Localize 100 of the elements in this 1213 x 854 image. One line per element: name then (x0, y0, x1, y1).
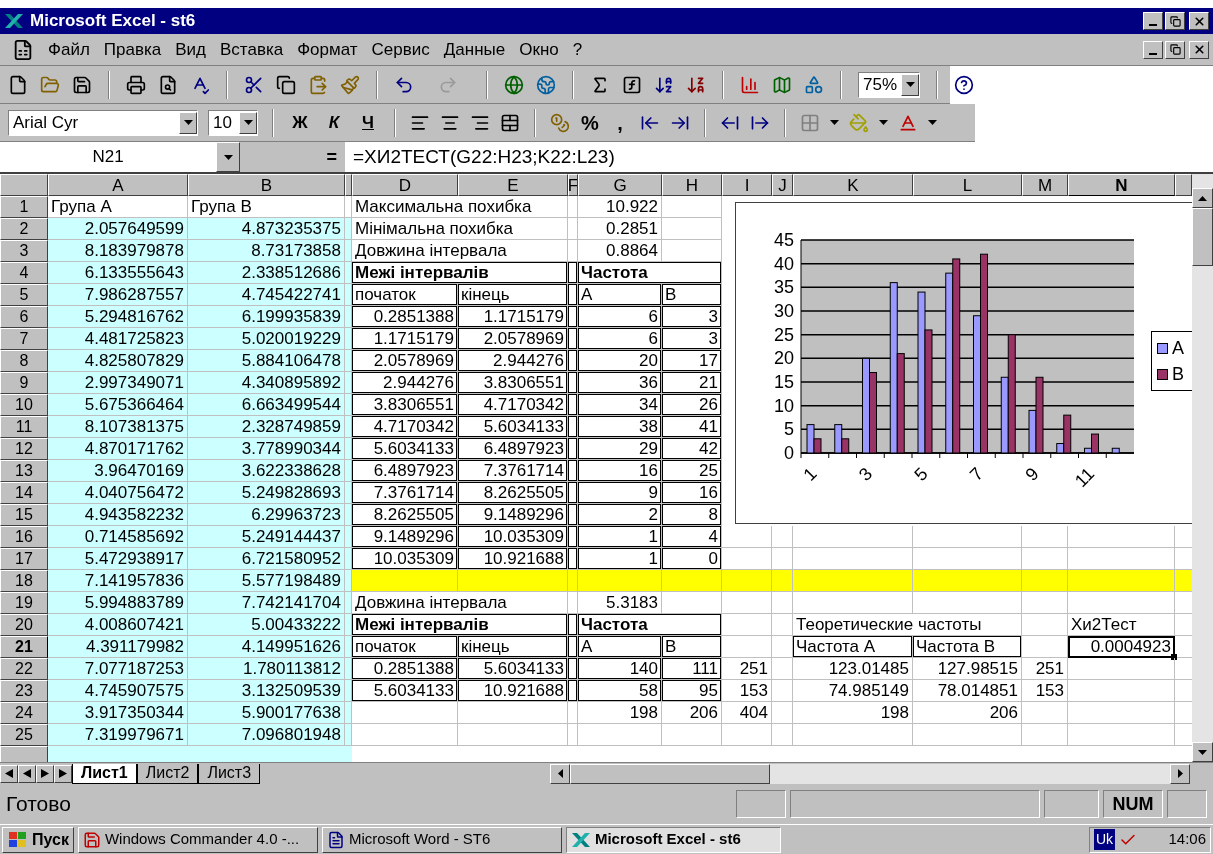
row-header[interactable]: 11 (0, 416, 48, 438)
spreadsheet-cell[interactable]: Частота (578, 614, 722, 636)
spreadsheet-cell[interactable]: 26 (662, 394, 722, 416)
menu-item[interactable]: Окно (519, 36, 559, 63)
spreadsheet-cell[interactable]: 4.870171762 (48, 438, 188, 460)
spreadsheet-cell[interactable]: 7.319979671 (48, 724, 188, 746)
spreadsheet-cell[interactable]: 4 (662, 526, 722, 548)
style-button[interactable]: Ж (288, 109, 312, 136)
style-button[interactable]: Ч (356, 109, 380, 136)
spreadsheet-cell[interactable]: 7.3761714 (458, 460, 568, 482)
spreadsheet-cell[interactable]: 2.328749859 (188, 416, 345, 438)
spreadsheet-cell[interactable]: 3 (662, 306, 722, 328)
row-header[interactable]: 1 (0, 196, 48, 218)
spreadsheet-cell[interactable]: 5.6034133 (352, 680, 458, 702)
taskbar-button[interactable]: Microsoft Word - ST6 (321, 826, 562, 853)
row-header[interactable]: 22 (0, 658, 48, 680)
spreadsheet-cell[interactable]: 4.7170342 (458, 394, 568, 416)
spreadsheet-cell[interactable]: 7.742141704 (188, 592, 345, 614)
spreadsheet-cell[interactable]: 16 (578, 460, 662, 482)
spreadsheet-cell[interactable]: 1.780113812 (188, 658, 345, 680)
style-button[interactable]: К (322, 109, 346, 136)
spreadsheet-cell[interactable]: 5.6034133 (458, 658, 568, 680)
spreadsheet-cell[interactable]: 4.745422741 (188, 284, 345, 306)
spreadsheet-cell[interactable]: 206 (662, 702, 722, 724)
spreadsheet-cell[interactable]: 6.4897923 (458, 438, 568, 460)
spreadsheet-cell[interactable]: 6.29963723 (188, 504, 345, 526)
start-button[interactable]: Пуск (2, 826, 74, 853)
spreadsheet-cell[interactable]: 58 (578, 680, 662, 702)
row-header[interactable]: 3 (0, 240, 48, 262)
spreadsheet-cell[interactable]: 2.997349071 (48, 372, 188, 394)
row-header[interactable]: 20 (0, 614, 48, 636)
spreadsheet-cell[interactable]: 3.8306551 (352, 394, 458, 416)
spreadsheet-cell[interactable]: 127.98515 (913, 658, 1022, 680)
row-header[interactable]: 24 (0, 702, 48, 724)
spreadsheet-cell[interactable]: 25 (662, 460, 722, 482)
spreadsheet-cell[interactable]: 6.4897923 (352, 460, 458, 482)
spreadsheet-cell[interactable]: 140 (578, 658, 662, 680)
spreadsheet-cell[interactable]: 38 (578, 416, 662, 438)
row-header[interactable]: 15 (0, 504, 48, 526)
spreadsheet-cell[interactable]: 0.8864 (578, 240, 662, 262)
spreadsheet-cell[interactable]: 5.00433222 (188, 614, 345, 636)
spreadsheet-cell[interactable]: 2.944276 (352, 372, 458, 394)
row-header[interactable]: 14 (0, 482, 48, 504)
spreadsheet-cell[interactable]: 7.096801948 (188, 724, 345, 746)
spreadsheet-cell[interactable]: 3.917350344 (48, 702, 188, 724)
sheet-tab[interactable]: Лист1 (72, 763, 137, 784)
sheet-tab[interactable]: Лист2 (136, 763, 199, 784)
zoom-field[interactable]: 75% (858, 71, 921, 98)
column-header[interactable]: I (722, 174, 772, 196)
spreadsheet-cell[interactable]: початок (352, 636, 458, 658)
row-header[interactable]: 23 (0, 680, 48, 702)
menu-item[interactable]: Сервис (371, 36, 430, 63)
spreadsheet-cell[interactable]: 3.132509539 (188, 680, 345, 702)
column-header[interactable]: D (352, 174, 458, 196)
spreadsheet-cell[interactable]: 2 (578, 504, 662, 526)
spreadsheet-cell[interactable]: 251 (1022, 658, 1068, 680)
spreadsheet-cell[interactable]: 6.663499544 (188, 394, 345, 416)
spreadsheet-cell[interactable]: 8 (662, 504, 722, 526)
column-header[interactable]: B (188, 174, 345, 196)
spreadsheet-cell[interactable]: В (662, 636, 722, 658)
spreadsheet-cell[interactable]: 404 (722, 702, 772, 724)
sheet-tab[interactable]: Лист3 (198, 763, 261, 784)
spreadsheet-cell[interactable]: 5.577198489 (188, 570, 345, 592)
taskbar-button[interactable]: Windows Commander 4.0 -... (77, 826, 318, 853)
row-header[interactable]: 4 (0, 262, 48, 284)
column-header[interactable]: N (1068, 174, 1175, 196)
column-header[interactable]: K (793, 174, 913, 196)
spreadsheet-cell[interactable]: 5.884106478 (188, 350, 345, 372)
spreadsheet-cell[interactable]: 6 (578, 328, 662, 350)
spreadsheet-cell[interactable]: 5.6034133 (352, 438, 458, 460)
spreadsheet-cell[interactable]: 42 (662, 438, 722, 460)
menu-item[interactable]: ? (572, 36, 583, 63)
spreadsheet-cell[interactable]: 7.986287557 (48, 284, 188, 306)
spreadsheet-cell[interactable]: Довжина інтервала (352, 240, 568, 262)
row-header[interactable]: 2 (0, 218, 48, 240)
spreadsheet-cell[interactable]: 95 (662, 680, 722, 702)
spreadsheet-cell[interactable]: 2.944276 (458, 350, 568, 372)
font-size-field[interactable]: 10 (208, 109, 258, 136)
font-field[interactable]: Arial Cyr (8, 109, 198, 136)
spreadsheet-cell[interactable]: 1.1715179 (352, 328, 458, 350)
spreadsheet-cell[interactable]: 2.338512686 (188, 262, 345, 284)
number-format-button[interactable]: , (610, 107, 630, 138)
spreadsheet-cell[interactable]: 7.077187253 (48, 658, 188, 680)
spreadsheet-cell[interactable]: 4.825807829 (48, 350, 188, 372)
formula-field[interactable]: =ХИ2ТЕСТ(G22:H23;K22:L23) (345, 142, 1213, 172)
spreadsheet-cell[interactable]: 4.7170342 (352, 416, 458, 438)
row-header[interactable]: 7 (0, 328, 48, 350)
spreadsheet-cell[interactable]: 111 (662, 658, 722, 680)
row-header[interactable]: 16 (0, 526, 48, 548)
spreadsheet-cell[interactable]: 1.1715179 (458, 306, 568, 328)
spreadsheet-cell[interactable]: 5.020019229 (188, 328, 345, 350)
spreadsheet-cell[interactable]: 74.985149 (793, 680, 913, 702)
spreadsheet-cell[interactable]: 8.2625505 (352, 504, 458, 526)
spreadsheet-cell[interactable]: 7.3761714 (352, 482, 458, 504)
spreadsheet-cell[interactable]: 8.73173858 (188, 240, 345, 262)
spreadsheet-cell[interactable]: 6.199935839 (188, 306, 345, 328)
column-header[interactable]: G (578, 174, 662, 196)
spreadsheet-cell[interactable]: 2.0578969 (458, 328, 568, 350)
spreadsheet-cell[interactable]: 10.922 (578, 196, 662, 218)
spreadsheet-cell[interactable]: 34 (578, 394, 662, 416)
